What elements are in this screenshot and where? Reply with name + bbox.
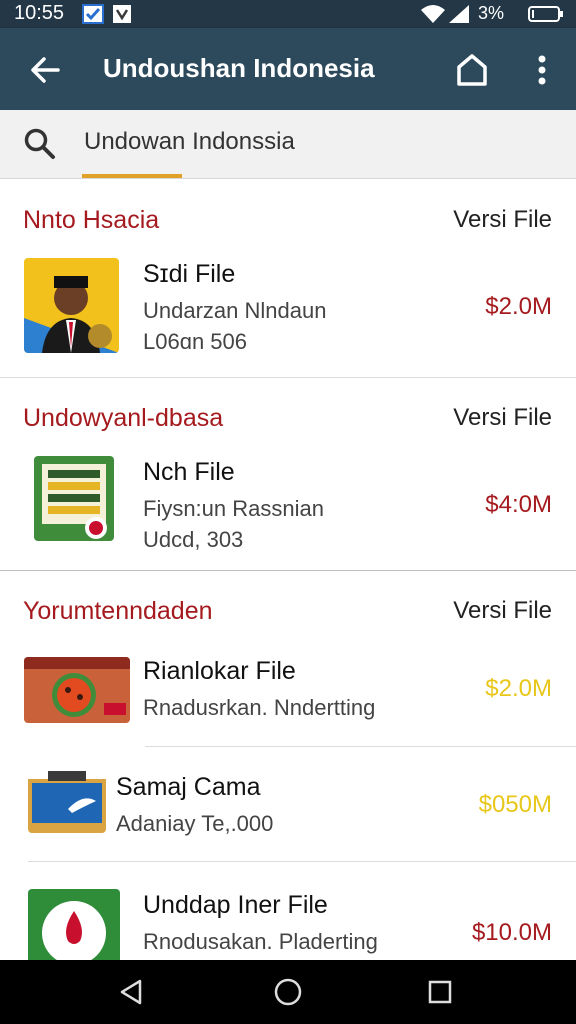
search-input[interactable]: Undowan Indonssia xyxy=(84,128,295,156)
list-item[interactable]: Rianlokar File Rnadusrkan. Nndertting $2… xyxy=(0,651,576,741)
item-price: $2.0M xyxy=(485,293,552,320)
section-1: Nnto Hsacia Versi File Sɪdi File Undarza… xyxy=(0,180,576,378)
item-price: $4:0M xyxy=(485,491,552,518)
item-subtitle: Fiysn:un Rassnian xyxy=(143,496,324,521)
list-item[interactable]: Unddap Iner File Rnodusakan. Pladerting … xyxy=(0,885,576,969)
share-icon[interactable] xyxy=(452,50,492,90)
search-tab-indicator xyxy=(82,174,182,178)
item-meta: Udcd, 303 xyxy=(143,527,244,552)
section-title: Nnto Hsacia xyxy=(23,206,160,234)
recents-square-icon[interactable] xyxy=(424,976,456,1008)
page-title: Undoushan Indonesia xyxy=(103,53,375,83)
list-item[interactable]: Sɪdi File Undarzan Nlndaun L06ɑn 506 $2.… xyxy=(0,258,576,358)
section-3: Yorumtenndaden Versi File Rianlokar File… xyxy=(0,571,576,969)
item-price: $050M xyxy=(478,791,552,818)
more-options-icon[interactable] xyxy=(522,50,562,90)
item-price: $10.0M xyxy=(471,919,552,946)
search-icon[interactable] xyxy=(22,126,56,165)
box-thumb-icon xyxy=(28,771,106,833)
status-bar: 10:55 3% xyxy=(0,0,576,28)
battery-icon xyxy=(528,6,564,27)
portrait-thumb-icon xyxy=(24,258,119,353)
list-item[interactable]: Samaj Cama Adaniay Te,.000 $050M xyxy=(0,767,576,857)
section-2: Undowyanl-dbasa Versi File Nch File Fiys… xyxy=(0,378,576,570)
list-item[interactable]: Nch File Fiysn:un Rassnian Udcd, 303 $4:… xyxy=(0,456,576,556)
board-game-thumb-icon xyxy=(34,456,114,541)
search-bar[interactable]: Undowan Indonssia xyxy=(0,110,576,179)
signal-icon xyxy=(448,4,470,29)
wifi-icon xyxy=(420,4,446,29)
item-subtitle: Adaniay Te,.000 xyxy=(116,811,274,836)
item-subtitle: Undarzan Nlndaun xyxy=(143,298,327,323)
item-divider xyxy=(145,746,576,747)
drop-thumb-icon xyxy=(28,889,120,969)
home-circle-icon[interactable] xyxy=(272,976,304,1008)
item-divider xyxy=(28,861,576,862)
item-price: $2.0M xyxy=(485,675,552,702)
pizza-thumb-icon xyxy=(24,657,130,723)
checkbox-notification-icon xyxy=(82,4,104,29)
status-time: 10:55 xyxy=(14,2,65,24)
system-nav-bar xyxy=(0,960,576,1024)
section-title: Undowyanl-dbasa xyxy=(23,404,224,432)
item-title: Unddap Iner File xyxy=(143,891,328,919)
item-subtitle: Rnodusakan. Pladerting xyxy=(143,929,378,954)
app-bar: Undoushan Indonesia xyxy=(0,28,576,110)
version-file-label[interactable]: Versi File xyxy=(453,597,552,625)
back-triangle-icon[interactable] xyxy=(116,976,148,1008)
section-title: Yorumtenndaden xyxy=(23,597,213,625)
version-file-label[interactable]: Versi File xyxy=(453,404,552,432)
battery-percent: 3% xyxy=(478,3,505,23)
app-notification-icon xyxy=(112,4,132,29)
item-title: Sɪdi File xyxy=(143,260,236,288)
item-title: Nch File xyxy=(143,458,235,486)
item-meta: L06ɑn 506 xyxy=(143,329,247,354)
item-subtitle: Rnadusrkan. Nndertting xyxy=(143,695,376,720)
back-arrow-icon[interactable] xyxy=(26,50,66,90)
version-file-label[interactable]: Versi File xyxy=(453,206,552,234)
item-title: Rianlokar File xyxy=(143,657,296,685)
item-title: Samaj Cama xyxy=(116,773,261,801)
